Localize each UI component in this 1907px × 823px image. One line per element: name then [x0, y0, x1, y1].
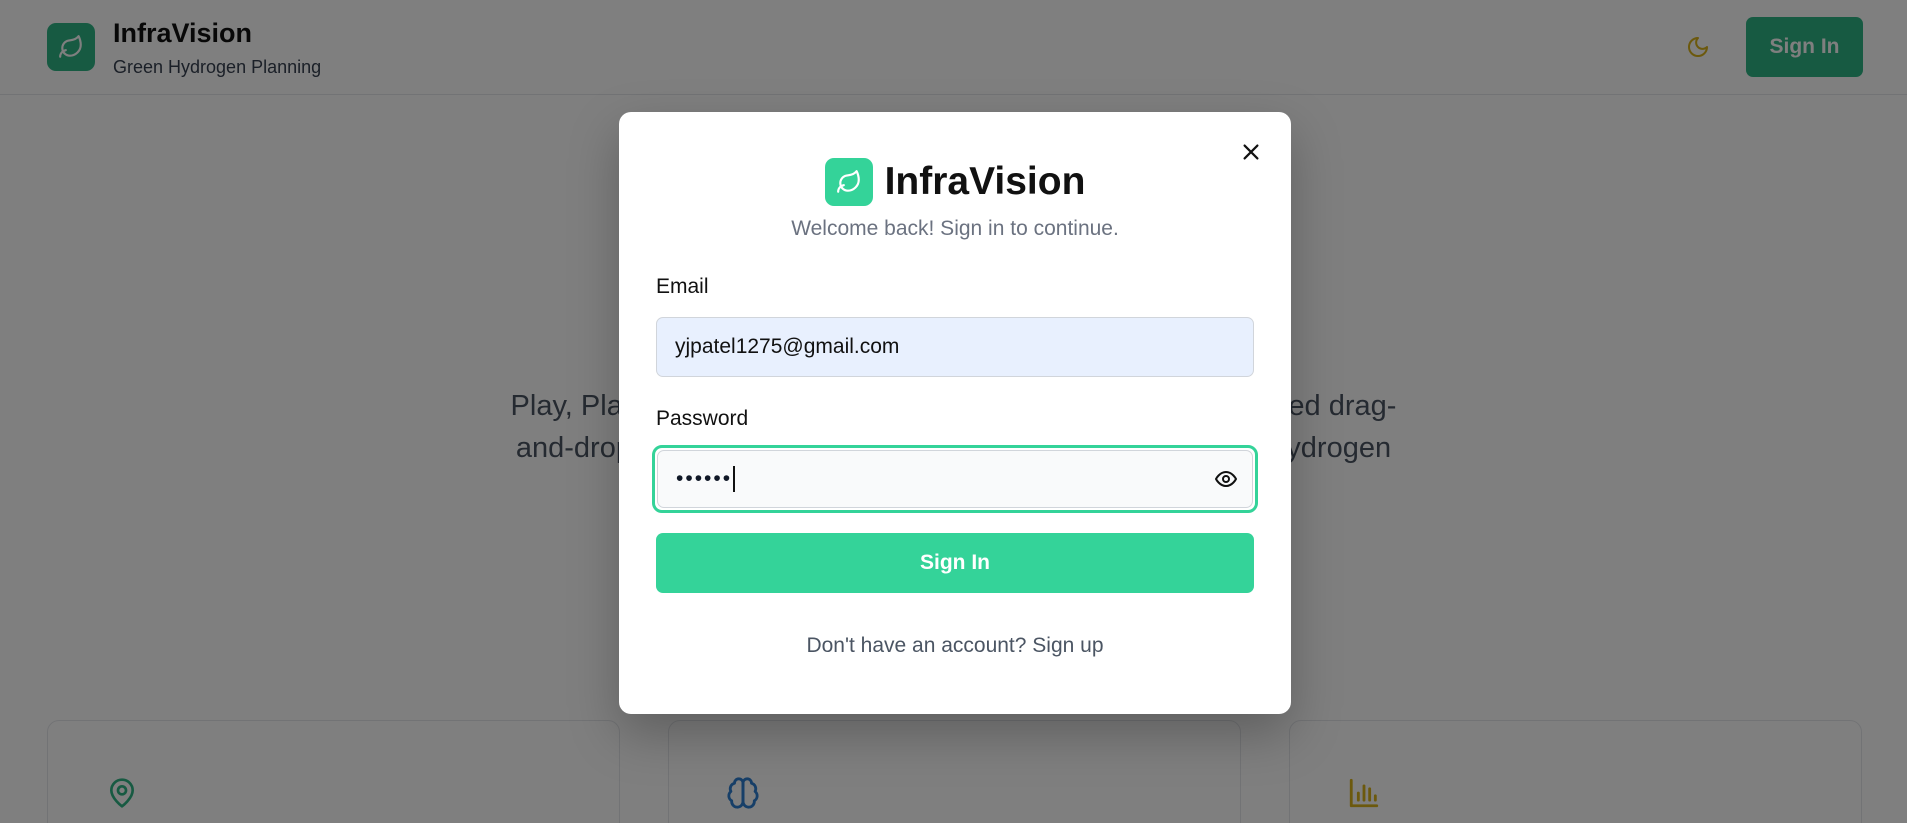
leaf-logo-icon — [824, 158, 873, 206]
password-field[interactable]: •••••• — [657, 450, 1253, 508]
email-label: Email — [656, 275, 709, 298]
email-value: yjpatel1275@gmail.com — [675, 335, 900, 358]
password-focus-ring: •••••• — [652, 445, 1258, 513]
modal-header: InfraVision — [619, 158, 1291, 206]
signin-modal: InfraVision Welcome back! Sign in to con… — [619, 112, 1291, 714]
eye-icon[interactable] — [1211, 464, 1241, 494]
password-label: Password — [656, 407, 749, 430]
email-field[interactable]: yjpatel1275@gmail.com — [656, 317, 1254, 377]
modal-title: InfraVision — [884, 160, 1086, 203]
signup-link[interactable]: Sign up — [1032, 634, 1103, 657]
text-caret — [733, 466, 736, 492]
signin-submit-button[interactable]: Sign In — [656, 533, 1254, 593]
signup-prompt-text: Don't have an account? — [806, 634, 1027, 657]
modal-subtitle: Welcome back! Sign in to continue. — [791, 217, 1119, 240]
password-value: •••••• — [676, 467, 733, 490]
signup-prompt: Don't have an account? Sign up — [619, 634, 1291, 658]
